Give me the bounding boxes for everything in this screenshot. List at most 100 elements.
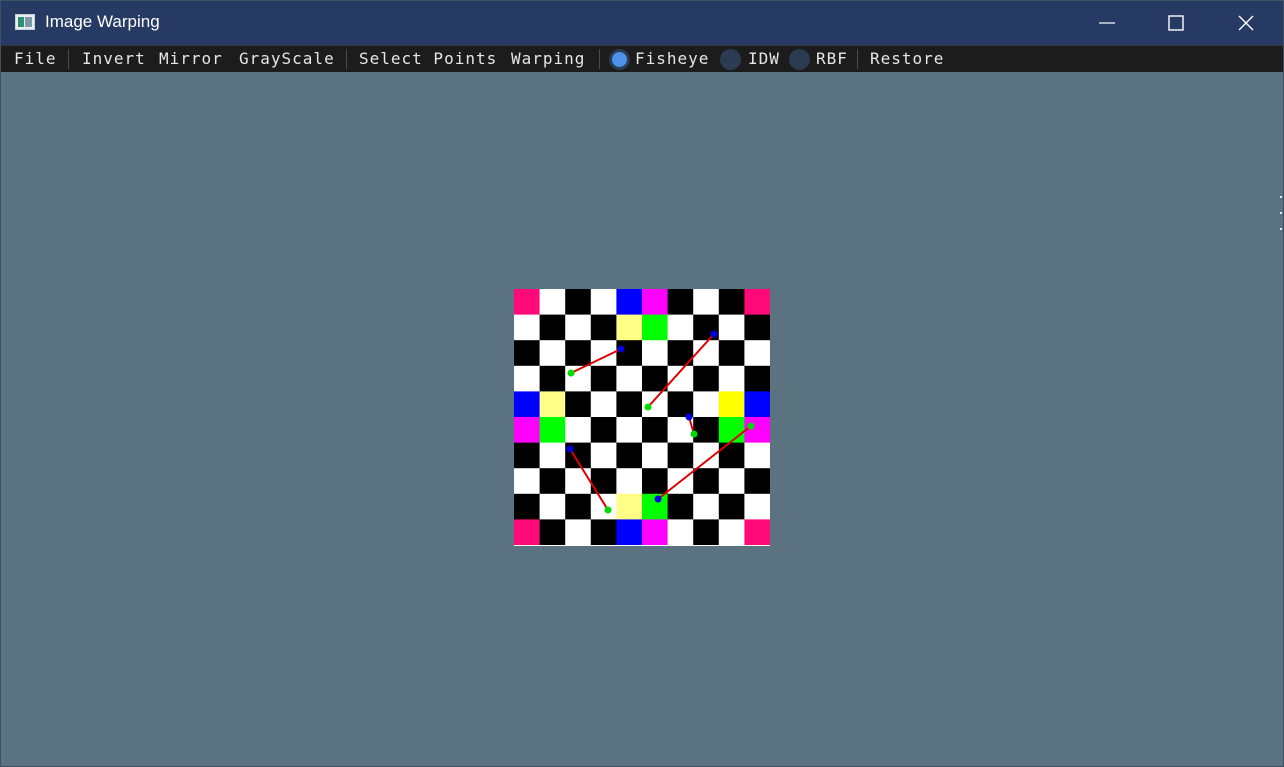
image-cell: [539, 519, 566, 546]
fisheye-radio[interactable]: [609, 49, 630, 70]
target-control-point[interactable]: [690, 430, 698, 438]
image-cell: [642, 314, 669, 341]
menu-bar: File Invert Mirror GrayScale Select Poin…: [1, 45, 1283, 72]
image-cell: [590, 391, 617, 418]
image-cell: [590, 493, 617, 520]
image-cell: [718, 289, 745, 316]
image-cell: [514, 468, 541, 495]
image-cell: [642, 519, 669, 546]
resize-handle[interactable]: [1280, 196, 1283, 246]
image-cell: [693, 519, 720, 546]
image-cell: [616, 314, 643, 341]
target-control-point[interactable]: [644, 403, 652, 411]
image-cell: [667, 442, 694, 469]
image-cell: [718, 314, 745, 341]
image-cell: [642, 340, 669, 367]
image-cell: [693, 289, 720, 316]
image-cell: [514, 519, 541, 546]
maximize-icon: [1168, 15, 1184, 31]
source-control-point[interactable]: [654, 495, 662, 503]
menu-file[interactable]: File: [14, 50, 57, 68]
image-cell: [616, 365, 643, 392]
image-cell: [667, 340, 694, 367]
image-cell: [539, 314, 566, 341]
fisheye-label[interactable]: Fisheye: [635, 50, 709, 68]
image-canvas[interactable]: [514, 289, 770, 546]
image-cell: [693, 391, 720, 418]
title-bar[interactable]: Image Warping: [1, 1, 1283, 45]
image-cell: [718, 493, 745, 520]
image-cell: [590, 314, 617, 341]
menu-separator: [599, 49, 600, 69]
image-cell: [590, 289, 617, 316]
image-cell: [616, 468, 643, 495]
image-cell: [718, 391, 745, 418]
source-control-point[interactable]: [685, 413, 693, 421]
image-cell: [514, 442, 541, 469]
image-cell: [514, 289, 541, 316]
image-cell: [718, 365, 745, 392]
mirror-button[interactable]: Mirror: [159, 50, 223, 68]
image-cell: [616, 442, 643, 469]
image-cell: [616, 340, 643, 367]
image-cell: [693, 417, 720, 444]
image-cell: [667, 493, 694, 520]
image-cell: [616, 289, 643, 316]
grayscale-button[interactable]: GrayScale: [239, 50, 335, 68]
image-cell: [590, 365, 617, 392]
rbf-label[interactable]: RBF: [816, 50, 848, 68]
image-cell: [693, 442, 720, 469]
maximize-button[interactable]: [1141, 1, 1211, 45]
image-cell: [616, 519, 643, 546]
close-icon: [1238, 15, 1254, 31]
restore-button[interactable]: Restore: [870, 50, 944, 68]
target-control-point[interactable]: [747, 422, 755, 430]
image-cell: [616, 493, 643, 520]
image-cell: [744, 391, 770, 418]
window-title: Image Warping: [45, 12, 160, 31]
image-cell: [718, 340, 745, 367]
image-cell: [744, 365, 770, 392]
select-points-button[interactable]: Select Points: [359, 50, 497, 68]
image-cell: [539, 289, 566, 316]
image-cell: [590, 417, 617, 444]
image-cell: [642, 417, 669, 444]
image-cell: [693, 493, 720, 520]
image-cell: [565, 519, 592, 546]
source-control-point[interactable]: [710, 330, 718, 338]
image-cell: [514, 314, 541, 341]
image-cell: [744, 442, 770, 469]
source-control-point[interactable]: [617, 345, 625, 353]
minimize-button[interactable]: [1072, 1, 1142, 45]
idw-label[interactable]: IDW: [748, 50, 780, 68]
invert-button[interactable]: Invert: [82, 50, 146, 68]
image-cell: [667, 391, 694, 418]
image-cell: [744, 519, 770, 546]
menu-separator: [857, 49, 858, 69]
image-cell: [539, 365, 566, 392]
menu-separator: [68, 49, 69, 69]
image-cell: [744, 314, 770, 341]
image-cell: [565, 289, 592, 316]
image-cell: [718, 519, 745, 546]
warping-button[interactable]: Warping: [511, 50, 585, 68]
image-cell: [693, 365, 720, 392]
image-cell: [667, 519, 694, 546]
image-cell: [616, 417, 643, 444]
source-control-point[interactable]: [566, 445, 574, 453]
close-button[interactable]: [1211, 1, 1281, 45]
image-cell: [590, 442, 617, 469]
target-control-point[interactable]: [604, 506, 612, 514]
rbf-radio[interactable]: [789, 49, 810, 70]
image-cell: [667, 289, 694, 316]
image-cell: [565, 493, 592, 520]
image-cell: [744, 289, 770, 316]
image-cell: [718, 442, 745, 469]
image-cell: [539, 417, 566, 444]
image-cell: [565, 391, 592, 418]
image-cell: [616, 391, 643, 418]
image-cell: [744, 417, 770, 444]
idw-radio[interactable]: [720, 49, 741, 70]
image-cell: [539, 493, 566, 520]
target-control-point[interactable]: [567, 369, 575, 377]
